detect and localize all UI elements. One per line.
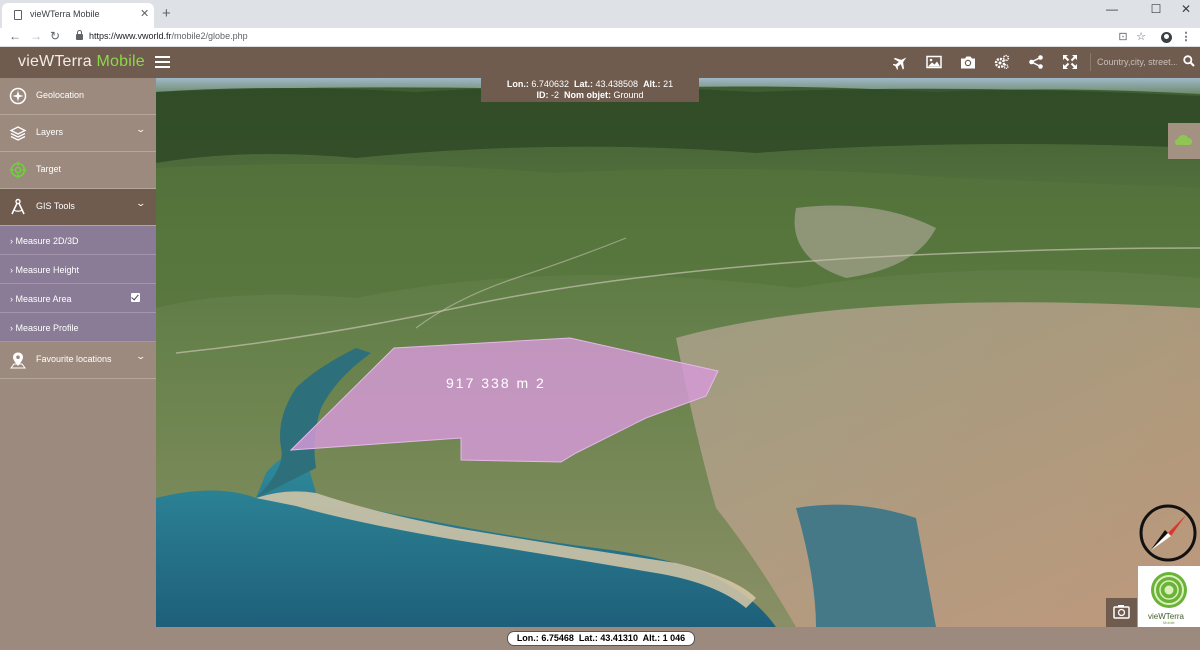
sub-item-measure-profile[interactable]: › Measure Profile [0,313,156,342]
url-host: https://www.vworld.fr [89,31,172,41]
brand-name: vieWTerra [18,53,92,70]
sidebar-item-label: Layers [36,127,64,137]
sub-item-label: › Measure 2D/3D [10,236,79,246]
alt-label: Alt.: [642,633,661,643]
pick-id: -2 [550,90,559,100]
sub-item-measure-area[interactable]: › Measure Area [0,284,156,313]
lon-label: Lon.: [506,79,529,89]
hamburger-menu-icon[interactable] [155,56,170,68]
pick-lon: 6.740632 [531,79,569,89]
measure-area-checkbox[interactable] [131,293,140,302]
viewterra-logo: vieWTerra Mobile [1138,566,1200,627]
lon-label: Lon.: [516,633,539,643]
browser-toolbar: ← → ↻ https://www.vworld.fr/mobile2/glob… [0,28,1200,47]
pick-lat: 43.438508 [595,79,639,89]
fullscreen-icon[interactable] [1061,54,1079,71]
camera-coordinates: Lon.: 6.75468 Lat.: 43.41310 Alt.: 1 046 [507,631,695,646]
sub-item-label: › Measure Profile [10,323,79,333]
camera-icon[interactable] [959,54,977,71]
sub-item-label: › Measure Area [10,294,72,304]
search-input[interactable] [1097,55,1177,69]
sidebar-item-layers[interactable]: Layers ⌄ [0,115,156,152]
search-box [1090,53,1178,71]
screenshot-button[interactable] [1106,598,1137,627]
terrain-scene [156,78,1200,627]
lat-label: Lat.: [573,79,593,89]
browser-tabstrip: vieWTerra Mobile ✕ + — ☐ ✕ [0,0,1200,28]
sub-item-measure-2d-3d[interactable]: › Measure 2D/3D [0,226,156,255]
tab-title: vieWTerra Mobile [30,9,100,19]
map-pin-icon [10,352,26,369]
chevron-down-icon: ⌄ [135,351,147,361]
logo-subtext: Mobile [1163,620,1175,625]
minimize-button[interactable]: — [1102,2,1122,16]
lat-label: Lat.: [578,633,598,643]
area-measurement-label: 917 338 m 2 [446,375,546,391]
maximize-button[interactable]: ☐ [1146,2,1166,16]
sidebar: Geolocation Layers ⌄ Target GIS Tools ⌄ … [0,78,156,650]
globe-logo-icon [1151,572,1187,608]
sub-item-measure-height[interactable]: › Measure Height [0,255,156,284]
camera-lon: 6.75468 [541,633,574,643]
layers-icon [9,126,27,141]
browser-menu-icon[interactable]: ⋮ [1179,30,1193,43]
pick-alt: 21 [663,79,674,89]
gears-icon[interactable] [993,54,1011,71]
layer-panel-tab[interactable] [1168,123,1200,159]
image-icon[interactable] [925,54,943,71]
address-bar[interactable]: https://www.vworld.fr/mobile2/globe.php [89,31,248,41]
object-name-label: Nom objet: [564,90,611,100]
new-tab-button[interactable]: + [162,5,171,22]
url-path: /mobile2/globe.php [171,31,248,41]
browser-tab[interactable]: vieWTerra Mobile ✕ [2,3,154,28]
close-window-button[interactable]: ✕ [1176,2,1196,16]
gis-compass-icon [11,198,25,215]
sub-item-label: › Measure Height [10,265,80,275]
share-icon[interactable] [1027,54,1045,71]
sidebar-item-geolocation[interactable]: Geolocation [0,78,156,115]
pick-info-box: Lon.: 6.740632 Lat.: 43.438508 Alt.: 21 … [481,78,699,102]
geolocation-icon [9,87,27,105]
sidebar-item-label: Geolocation [36,90,85,100]
search-icon[interactable] [1183,55,1195,67]
alt-label: Alt.: [643,79,661,89]
lock-icon [76,30,83,40]
sidebar-item-favourite-locations[interactable]: Favourite locations ⌄ [0,342,156,379]
sidebar-item-target[interactable]: Target [0,152,156,189]
sidebar-item-gis-tools[interactable]: GIS Tools ⌄ [0,189,156,226]
bookmark-star-icon[interactable]: ☆ [1134,30,1148,43]
sidebar-item-label: Target [36,164,62,174]
sidebar-item-label: GIS Tools [36,201,75,211]
app-logo: vieWTerra Mobile [18,53,145,71]
status-bar: Lon.: 6.75468 Lat.: 43.41310 Alt.: 1 046 [156,627,1200,650]
plane-icon[interactable] [892,54,910,71]
sidebar-item-label: Favourite locations [36,354,112,364]
profile-avatar[interactable] [1161,32,1172,43]
back-button[interactable]: ← [8,29,22,43]
target-icon [9,161,27,179]
app-header: vieWTerra Mobile [0,47,1200,78]
camera-lat: 43.41310 [600,633,638,643]
compass-icon[interactable] [1138,503,1198,563]
page-icon [14,10,22,20]
chevron-down-icon: ⌄ [135,198,147,208]
chevron-down-icon: ⌄ [135,124,147,134]
translate-icon[interactable]: ⊡ [1116,30,1130,43]
cloud-icon [1175,135,1192,145]
brand-accent: Mobile [96,53,145,70]
forward-button[interactable]: → [29,29,43,43]
camera-icon [1113,605,1130,619]
id-label: ID: [536,90,549,100]
close-tab-icon[interactable]: ✕ [140,7,149,20]
pick-object-name: Ground [613,90,644,100]
globe-3d-view[interactable]: Lon.: 6.740632 Lat.: 43.438508 Alt.: 21 … [156,78,1200,627]
reload-button[interactable]: ↻ [48,29,62,43]
camera-alt: 1 046 [662,633,686,643]
